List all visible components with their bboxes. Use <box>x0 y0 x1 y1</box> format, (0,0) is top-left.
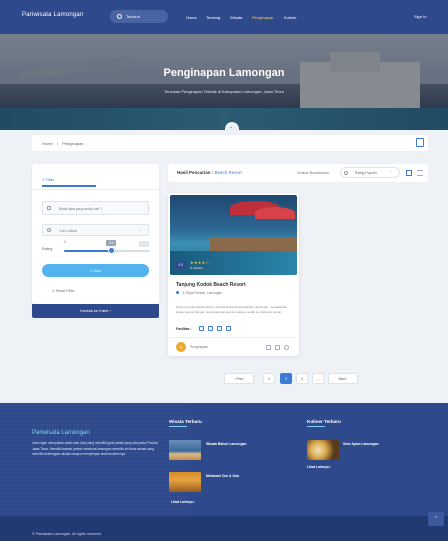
results-title: Hasil Pencarian : Beach Resort <box>177 170 242 175</box>
breadcrumb-current: Penginapan <box>62 141 84 146</box>
footer-kuliner-item[interactable]: Soto Ayam Lamongan <box>343 442 379 446</box>
footer-kuliner-more[interactable]: Lihat Lainnya › <box>307 465 331 469</box>
document-icon[interactable] <box>416 138 424 147</box>
nav-link-kuliner[interactable]: Kuliner <box>284 15 296 20</box>
keyword-input[interactable]: Mulai apa yang anda cari ? <box>42 201 149 215</box>
nav-link-home[interactable]: Home <box>186 15 197 20</box>
contact-button[interactable]: Kontak ke Kami › <box>32 304 159 318</box>
wisata-thumb[interactable] <box>169 472 201 492</box>
copyright-text: © Pariwisata Lamongan. All rights reserv… <box>32 532 102 536</box>
hero-banner <box>0 34 448 130</box>
rating-label: Rating <box>42 247 53 251</box>
nav-search-button[interactable]: Telusuri <box>110 10 168 23</box>
search-icon[interactable] <box>284 345 289 350</box>
rating-slider-value: 4.0 <box>106 240 117 246</box>
grid-view-icon[interactable] <box>406 170 412 176</box>
search-icon <box>47 206 51 210</box>
breadcrumb-home[interactable]: Home <box>42 141 53 146</box>
nav-search-label: Telusuri <box>126 14 140 19</box>
property-description: Tanjung Kodok Beach Resort terletak deka… <box>176 305 288 314</box>
sort-icon <box>344 171 348 175</box>
reset-filter-link[interactable]: ↺ Reset Filter <box>52 289 74 293</box>
brand-logo[interactable]: Pariwisata Lamongan <box>22 12 84 18</box>
wisata-thumb[interactable] <box>169 440 201 460</box>
world-map-pattern <box>0 403 190 516</box>
restaurant-icon <box>226 326 231 331</box>
facilities-label: Fasilitas : <box>176 327 192 331</box>
property-name[interactable]: Tanjung Kodok Beach Resort <box>176 282 246 288</box>
property-category: Penginapan <box>190 345 209 349</box>
breadcrumb-bar <box>32 135 428 151</box>
share-icon[interactable] <box>275 345 280 350</box>
footer-kuliner-title: Kuliner Terbaru <box>307 419 341 424</box>
property-location: Jl. Raya Paciran, Lamongan <box>176 291 222 295</box>
pagination-page[interactable]: 1 <box>263 373 275 384</box>
footer-wisata-more[interactable]: Lihat Lainnya › <box>171 500 195 504</box>
range-max-box <box>139 241 149 247</box>
footer-brand[interactable]: Pariwisata Lamongan <box>32 430 90 436</box>
wifi-icon <box>199 326 204 331</box>
back-to-top-button[interactable]: ⌃ <box>428 512 444 526</box>
filter-tab[interactable]: ≡ Filter <box>42 177 54 182</box>
search-icon <box>117 14 122 19</box>
rating-slider-thumb[interactable] <box>107 247 115 254</box>
chevron-down-icon: ⌄ <box>389 168 393 173</box>
pool-icon <box>217 326 222 331</box>
chevron-down-icon: ⌄ <box>139 227 143 232</box>
pagination-page-active[interactable]: 2 <box>280 373 292 384</box>
kuliner-thumb[interactable] <box>307 440 339 460</box>
nav-link-tentang[interactable]: Tentang <box>206 15 220 20</box>
range-min: 0 <box>64 240 66 244</box>
nav-link-wisata[interactable]: Wisata <box>230 15 242 20</box>
hero-title: Penginapan Lamongan <box>163 67 285 79</box>
nav-link-penginapan[interactable]: Penginapan <box>252 15 273 20</box>
footer-about: Lamongan merupakan salah satu kota yang … <box>32 441 158 456</box>
location-icon <box>176 291 179 294</box>
sort-label: Urutkan Berdasarkan: <box>297 171 330 175</box>
avatar: ◆ <box>176 342 186 352</box>
signin-link[interactable]: Sign In <box>414 14 426 19</box>
hero-subtitle: Temukan Penginapan Terbaik di Kabupaten … <box>163 89 284 94</box>
location-select[interactable]: Cari Lokasi <box>42 224 149 236</box>
chevron-down-icon: ⌄ <box>229 124 234 130</box>
pagination-next[interactable]: Next › <box>328 373 358 384</box>
review-count: (1 Ulasan) <box>190 266 203 270</box>
rating-badge: 4.0 <box>175 261 186 269</box>
scroll-down-button[interactable]: ⌄ <box>225 122 239 132</box>
copyright-bar <box>0 516 448 541</box>
footer-wisata-title: Wisata Terbaru <box>169 419 202 424</box>
footer-wisata-item[interactable]: Maharani Zoo & Goa <box>206 474 239 478</box>
pagination-page[interactable]: 3 <box>296 373 308 384</box>
pagination-prev[interactable]: ‹ Prev <box>224 373 254 384</box>
pagination-ellipsis: ... <box>312 373 324 384</box>
rating-slider-fill <box>64 250 112 252</box>
star-rating: ★★★★☆ <box>190 260 210 265</box>
list-view-icon[interactable] <box>417 170 423 176</box>
breadcrumb: Home › Penginapan <box>42 141 84 146</box>
image-icon[interactable] <box>266 345 271 350</box>
footer-wisata-item[interactable]: Wisata Bahari Lamongan <box>206 442 246 446</box>
chevron-up-icon: ⌃ <box>433 516 439 522</box>
location-icon <box>47 228 51 232</box>
parking-icon <box>208 326 213 331</box>
navbar: Pariwisata Lamongan Telusuri Home Tentan… <box>0 0 448 34</box>
search-button[interactable]: ⌕ Cari <box>42 264 149 277</box>
